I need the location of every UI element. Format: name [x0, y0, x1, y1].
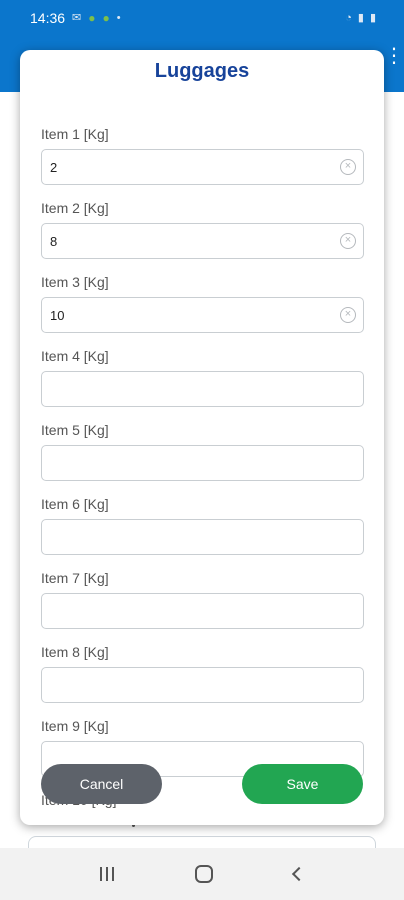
status-left: 14:36 ✉ ● ● • [30, 10, 121, 26]
dialog-title: Luggages [154, 60, 250, 82]
item-2-input[interactable] [42, 224, 322, 258]
back-icon[interactable] [291, 866, 306, 882]
wifi-icon: ◔ [345, 11, 352, 24]
home-icon[interactable] [194, 865, 213, 883]
luggage-items-list: Item 1 [Kg] × Item 2 [Kg] × Item 3 [Kg] × Item… [41, 124, 364, 810]
item-5-label: Item 5 [Kg] [41, 422, 109, 438]
item-7-field[interactable] [41, 593, 364, 629]
clear-icon[interactable]: × [340, 159, 356, 175]
recent-apps-icon[interactable] [100, 867, 115, 881]
navigation-bar [0, 848, 404, 900]
item-2-field[interactable]: × [41, 223, 364, 259]
battery-icon: ▮ [369, 11, 376, 24]
item-1-field[interactable]: × [41, 149, 364, 185]
item-9-label: Item 9 [Kg] [41, 718, 109, 734]
clear-icon[interactable]: × [340, 307, 356, 323]
item-3-label: Item 3 [Kg] [41, 274, 109, 290]
status-bar: 14:36 ✉ ● ● • ◔ ▮ ▮ [0, 0, 404, 36]
cancel-button[interactable]: Cancel [41, 764, 162, 804]
item-6-field[interactable] [41, 519, 364, 555]
more-options-icon[interactable]: ⋮ [384, 46, 404, 66]
item-7-label: Item 7 [Kg] [41, 570, 109, 586]
clear-icon[interactable]: × [340, 233, 356, 249]
dot-icon: • [116, 11, 121, 24]
item-1-label: Item 1 [Kg] [41, 126, 109, 142]
item-3-field[interactable]: × [41, 297, 364, 333]
item-5-input[interactable] [42, 446, 322, 480]
item-6-input[interactable] [42, 520, 322, 554]
item-4-field[interactable] [41, 371, 364, 407]
item-8-label: Item 8 [Kg] [41, 644, 109, 660]
item-3-input[interactable] [42, 298, 322, 332]
item-4-label: Item 4 [Kg] [41, 348, 109, 364]
status-right: ◔ ▮ ▮ [345, 11, 376, 24]
item-7-input[interactable] [42, 594, 322, 628]
android-icon: ● [102, 11, 110, 25]
mail-icon: ✉ [72, 11, 82, 24]
item-5-field[interactable] [41, 445, 364, 481]
item-4-input[interactable] [42, 372, 322, 406]
item-1-input[interactable] [42, 150, 322, 184]
signal-icon: ▮ [357, 11, 364, 24]
item-8-input[interactable] [42, 668, 322, 702]
item-2-label: Item 2 [Kg] [41, 200, 109, 216]
save-button[interactable]: Save [242, 764, 363, 804]
item-8-field[interactable] [41, 667, 364, 703]
item-6-label: Item 6 [Kg] [41, 496, 109, 512]
luggages-dialog: Luggages Item 1 [Kg] × Item 2 [Kg] × Item 3 … [20, 50, 384, 825]
status-time: 14:36 [30, 10, 66, 26]
android-icon: ● [88, 11, 96, 25]
